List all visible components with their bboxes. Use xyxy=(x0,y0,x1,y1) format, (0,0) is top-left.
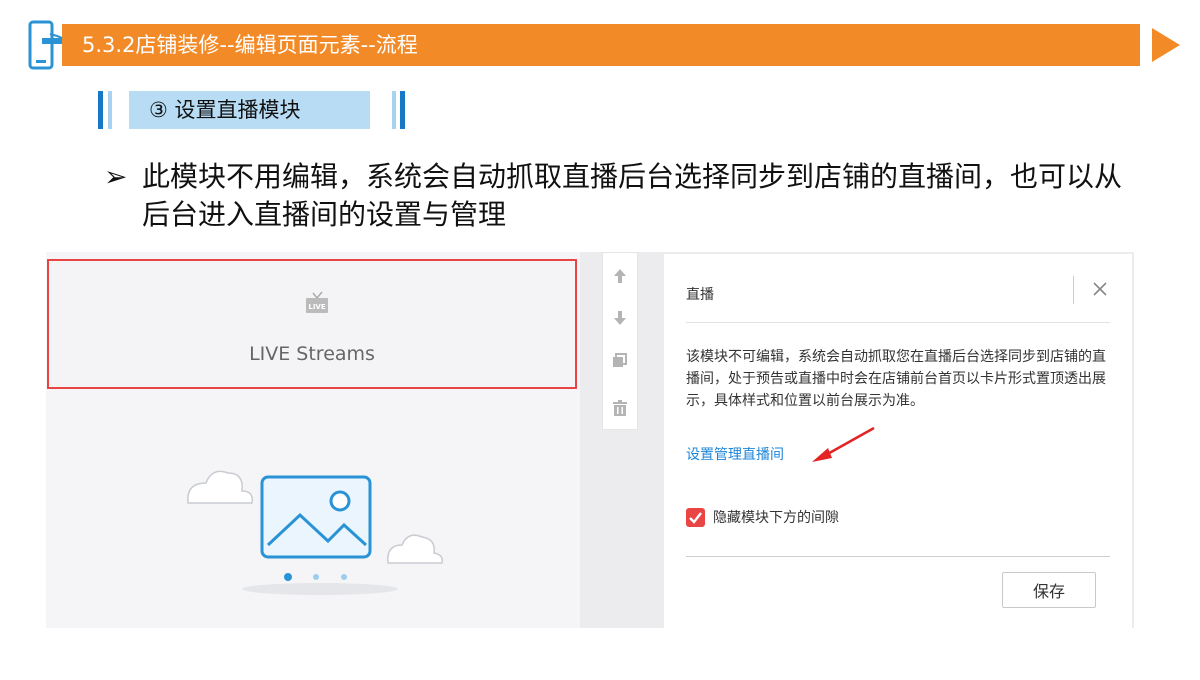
settings-panel: 直播 该模块不可编辑，系统会自动抓取您在直播后台选择同步到店铺的直播间，处于预告… xyxy=(664,254,1132,628)
module-toolbar xyxy=(602,252,638,430)
panel-title: 直播 xyxy=(686,287,714,303)
copy-icon[interactable] xyxy=(611,351,629,369)
subheader-label: ③ 设置直播模块 xyxy=(129,91,370,129)
bullet-text: 此模块不用编辑，系统会自动抓取直播后台选择同步到店铺的直播间，也可以从后台进入直… xyxy=(142,160,1123,231)
checkbox-checked[interactable] xyxy=(686,507,705,527)
panel-divider xyxy=(1073,276,1074,304)
banner-arrow-icon xyxy=(1152,28,1180,62)
section-title: 5.3.2店铺装修--编辑页面元素--流程 xyxy=(82,33,418,57)
subheader-bar-right xyxy=(400,91,405,129)
checkbox-label: 隐藏模块下方的间隙 xyxy=(713,510,839,526)
image-placeholder-icon xyxy=(187,470,444,595)
manage-live-link[interactable]: 设置管理直播间 xyxy=(686,444,784,464)
bullet-mark: ➢ xyxy=(104,160,128,193)
pointer-arrow-icon xyxy=(812,426,875,462)
subheader-bar-right-light xyxy=(392,91,396,129)
phone-hand-icon xyxy=(28,20,63,70)
svg-text:LIVE: LIVE xyxy=(308,303,325,311)
check-icon xyxy=(689,511,702,524)
trash-icon[interactable] xyxy=(611,399,629,417)
live-streams-label: LIVE Streams xyxy=(249,343,375,365)
bullet-point: ➢ 此模块不用编辑，系统会自动抓取直播后台选择同步到店铺的直播间，也可以从后台进… xyxy=(104,158,1124,234)
subheader-bar-left-light xyxy=(108,91,112,129)
arrow-down-icon[interactable] xyxy=(611,309,629,327)
live-tv-icon: LIVE xyxy=(306,291,328,313)
hide-gap-checkbox[interactable]: 隐藏模块下方的间隙 xyxy=(686,506,839,528)
subheader-bar-left xyxy=(98,91,103,129)
panel-divider-line xyxy=(686,322,1110,323)
save-button[interactable]: 保存 xyxy=(1002,572,1096,608)
panel-footer-line xyxy=(686,556,1110,557)
live-streams-module[interactable]: LIVE LIVE Streams xyxy=(47,259,577,389)
arrow-up-icon[interactable] xyxy=(611,267,629,285)
close-icon[interactable] xyxy=(1091,280,1109,298)
panel-description: 该模块不可编辑，系统会自动抓取您在直播后台选择同步到店铺的直播间，处于预告或直播… xyxy=(686,349,1106,409)
